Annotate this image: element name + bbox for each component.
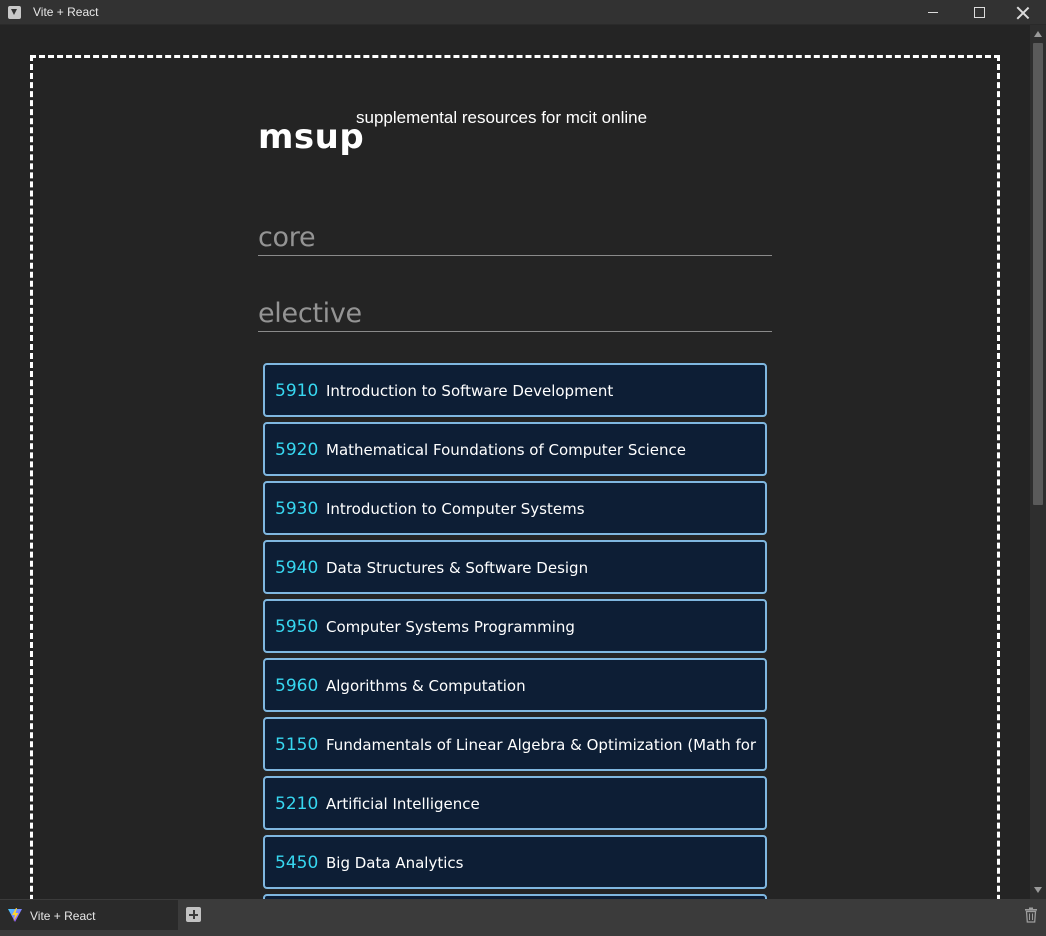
course-name: Fundamentals of Linear Algebra & Optimiz… [326, 736, 757, 754]
course-card[interactable]: 5150 Fundamentals of Linear Algebra & Op… [263, 717, 767, 771]
course-number: 5920 [275, 440, 319, 460]
course-number: 5910 [275, 381, 319, 401]
course-card[interactable]: 5930 Introduction to Computer Systems [263, 481, 767, 535]
course-name: Big Data Analytics [326, 854, 464, 872]
section-core-header[interactable]: core [258, 222, 772, 256]
course-card[interactable]: 5920 Mathematical Foundations of Compute… [263, 422, 767, 476]
course-card[interactable]: 5950 Computer Systems Programming [263, 599, 767, 653]
site-tagline: supplemental resources for mcit online [356, 108, 648, 127]
scroll-down-arrow-icon[interactable] [1034, 887, 1042, 893]
section-elective-label: elective [258, 298, 362, 329]
course-number: 5930 [275, 499, 319, 519]
course-name: Introduction to Software Development [326, 382, 614, 400]
browser-tab-title: Vite + React [30, 909, 96, 923]
course-number: 5940 [275, 558, 319, 578]
trash-icon[interactable] [1024, 907, 1038, 923]
course-name: Algorithms & Computation [326, 677, 526, 695]
minimize-icon [928, 12, 938, 13]
minimize-button[interactable] [910, 0, 956, 25]
course-number: 5450 [275, 853, 319, 873]
course-number: 5950 [275, 617, 319, 637]
browser-tabbar: Vite + React [0, 899, 1046, 936]
course-number: 5150 [275, 735, 319, 755]
course-name: Introduction to Computer Systems [326, 500, 585, 518]
window-title: Vite + React [33, 5, 99, 19]
section-elective-header[interactable]: elective [258, 298, 772, 332]
course-name: Data Structures & Software Design [326, 559, 589, 577]
course-card[interactable]: 5210 Artificial Intelligence [263, 776, 767, 830]
course-number: 5210 [275, 794, 319, 814]
new-tab-button[interactable] [186, 907, 201, 922]
maximize-button[interactable] [956, 0, 1002, 25]
scrollbar-thumb[interactable] [1033, 43, 1043, 505]
maximize-icon [973, 7, 985, 18]
close-icon [1016, 6, 1030, 20]
course-card[interactable]: 5910 Introduction to Software Developmen… [263, 363, 767, 417]
browser-tab[interactable]: Vite + React [0, 900, 178, 930]
window-titlebar: Vite + React [0, 0, 1046, 25]
course-name: Artificial Intelligence [326, 795, 480, 813]
vertical-scrollbar[interactable] [1030, 25, 1046, 899]
course-name: Mathematical Foundations of Computer Sci… [326, 441, 686, 459]
course-number: 5960 [275, 676, 319, 696]
section-core-label: core [258, 222, 316, 253]
vivaldi-app-icon[interactable] [8, 6, 21, 19]
site-logo[interactable]: msup [258, 117, 364, 157]
course-card[interactable]: 5450 Big Data Analytics [263, 835, 767, 889]
scroll-up-arrow-icon[interactable] [1034, 31, 1042, 37]
course-name: Computer Systems Programming [326, 618, 575, 636]
vite-logo-icon [8, 908, 22, 922]
course-list: 5910 Introduction to Software Developmen… [263, 363, 767, 899]
close-window-button[interactable] [1000, 0, 1046, 25]
course-card[interactable]: 5960 Algorithms & Computation [263, 658, 767, 712]
course-card[interactable]: 5940 Data Structures & Software Design [263, 540, 767, 594]
page-viewport: msup supplemental resources for mcit onl… [0, 25, 1030, 899]
